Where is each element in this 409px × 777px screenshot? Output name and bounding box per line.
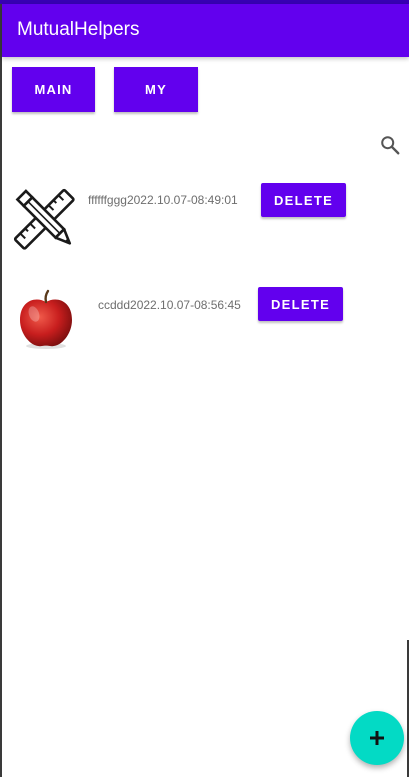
- main-button[interactable]: MAIN: [12, 67, 95, 112]
- search-icon[interactable]: [379, 134, 401, 156]
- item-text: ccddd2022.10.07-08:56:45: [98, 298, 241, 312]
- app-title: MutualHelpers: [17, 19, 140, 40]
- list-item: ffffffggg2022.10.07-08:49:01 DELETE: [2, 178, 409, 262]
- add-button[interactable]: [350, 711, 404, 765]
- app-bar: MutualHelpers: [2, 4, 409, 57]
- my-button[interactable]: MY: [114, 67, 198, 112]
- apple-icon: [20, 289, 72, 349]
- delete-button[interactable]: DELETE: [261, 183, 346, 217]
- item-text: ffffffggg2022.10.07-08:49:01: [88, 193, 238, 207]
- ruler-pencil-icon: [13, 188, 75, 250]
- add-icon: [370, 731, 384, 745]
- left-border: [0, 0, 2, 777]
- list-item: ccddd2022.10.07-08:56:45 DELETE: [2, 282, 409, 362]
- delete-button[interactable]: DELETE: [258, 287, 343, 321]
